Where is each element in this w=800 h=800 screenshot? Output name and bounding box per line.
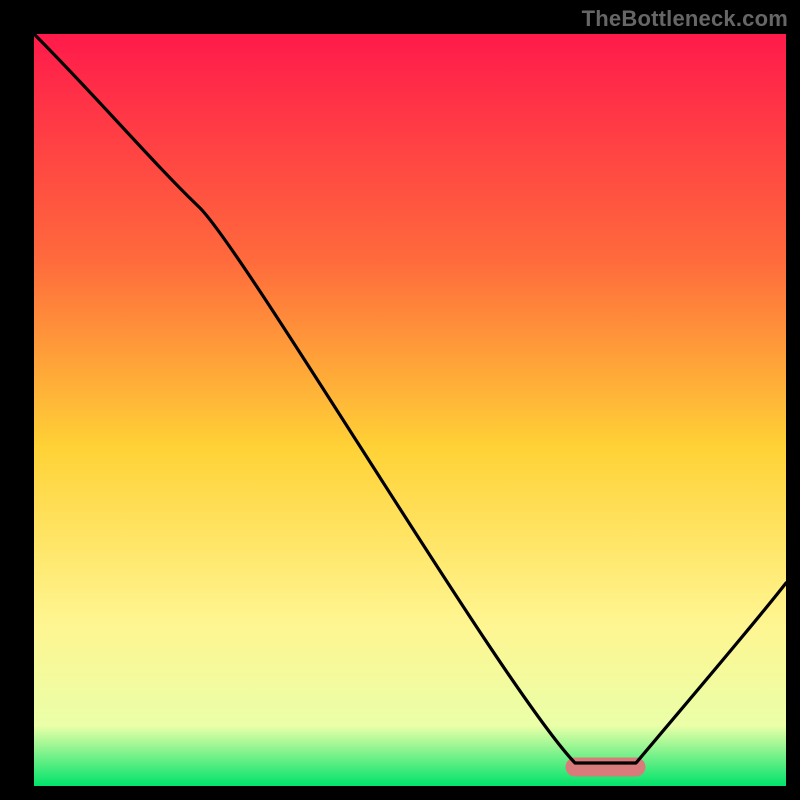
gradient-background	[34, 34, 786, 786]
chart-svg	[34, 34, 786, 786]
chart-frame: TheBottleneck.com	[0, 0, 800, 800]
plot-area	[34, 34, 786, 786]
watermark-text: TheBottleneck.com	[582, 6, 788, 32]
